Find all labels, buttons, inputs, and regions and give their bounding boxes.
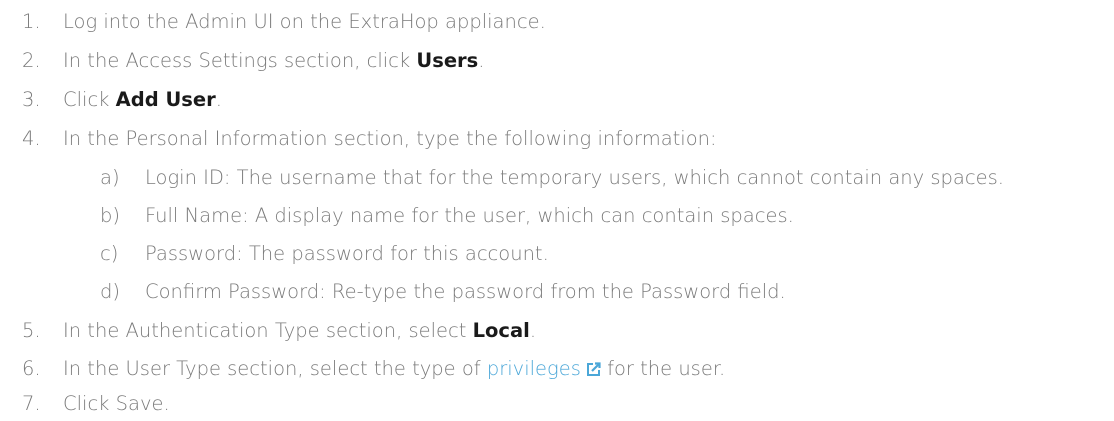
add-user-label: Add User — [115, 88, 216, 111]
step-number: 1. — [22, 10, 41, 33]
substep-text: Full Name: A display name for the user, … — [145, 204, 794, 227]
substep-text: Login ID: The username that for the temp… — [145, 166, 1004, 189]
step-number: 7. — [22, 392, 41, 415]
step-text: Log into the Admin UI on the ExtraHop ap… — [63, 10, 546, 33]
step-number: 3. — [22, 88, 41, 111]
step-number: 2. — [22, 49, 41, 72]
substep-letter: a) — [100, 166, 120, 189]
external-link-icon[interactable] — [586, 362, 601, 376]
privileges-link[interactable]: privileges — [487, 357, 601, 380]
step-number: 5. — [22, 319, 41, 342]
step-number: 6. — [22, 357, 41, 380]
substep-letter: d) — [100, 280, 120, 303]
step-text: In the Authentication Type section, sele… — [63, 319, 537, 342]
users-label: Users — [416, 49, 479, 72]
step-text: Click Add User. — [63, 88, 222, 111]
step-text: In the User Type section, select the typ… — [63, 357, 726, 380]
substep-text: Password: The password for this account. — [145, 242, 549, 265]
substep-letter: b) — [100, 204, 120, 227]
local-label: Local — [472, 319, 530, 342]
step-text: Click Save. — [63, 392, 170, 415]
step-number: 4. — [22, 127, 41, 150]
step-text: In the Access Settings section, click Us… — [63, 49, 485, 72]
substep-text: Confirm Password: Re-type the password f… — [145, 280, 786, 303]
substep-letter: c) — [100, 242, 119, 265]
step-text: In the Personal Information section, typ… — [63, 127, 717, 150]
